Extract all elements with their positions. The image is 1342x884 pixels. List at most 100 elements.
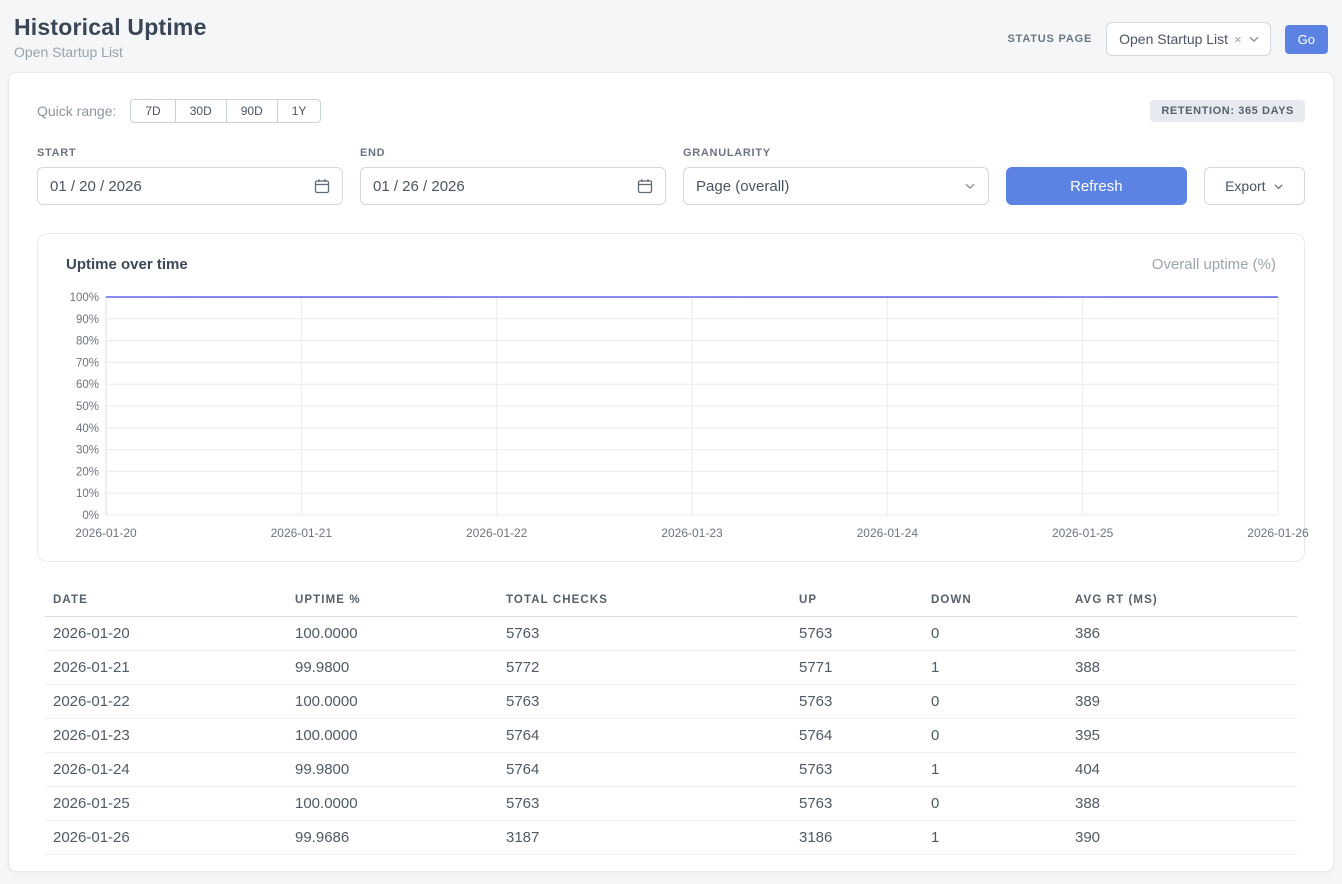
svg-text:0%: 0% xyxy=(82,510,99,522)
page-title: Historical Uptime xyxy=(14,14,207,41)
table-cell: 395 xyxy=(1067,719,1297,753)
table-cell: 2026-01-25 xyxy=(45,787,287,821)
table-cell: 5764 xyxy=(791,719,923,753)
granularity-selected-value: Page (overall) xyxy=(696,178,789,195)
page-subtitle: Open Startup List xyxy=(14,44,207,60)
table-row: 2026-01-2199.9800577257711388 xyxy=(45,651,1297,685)
svg-text:100%: 100% xyxy=(70,292,99,304)
table-cell: 100.0000 xyxy=(287,617,498,651)
svg-text:2026-01-20: 2026-01-20 xyxy=(75,526,137,540)
end-date-input[interactable]: 01 / 26 / 2026 xyxy=(360,167,666,205)
table-row: 2026-01-22100.0000576357630389 xyxy=(45,685,1297,719)
export-button-label: Export xyxy=(1225,178,1265,194)
quick-range-label: Quick range: xyxy=(37,103,116,119)
header-right: STATUS PAGE Open Startup List × Go xyxy=(1008,14,1328,56)
granularity-select[interactable]: Page (overall) xyxy=(683,167,989,205)
chevron-down-icon xyxy=(964,180,976,192)
svg-text:40%: 40% xyxy=(76,423,99,435)
table-cell: 404 xyxy=(1067,753,1297,787)
chevron-down-icon xyxy=(1248,33,1260,45)
column-header: UPTIME % xyxy=(287,586,498,617)
toolbar-row: Quick range: 7D30D90D1Y RETENTION: 365 D… xyxy=(37,99,1305,123)
end-date-label: END xyxy=(360,147,666,159)
table-cell: 1 xyxy=(923,821,1067,855)
start-date-field: START 01 / 20 / 2026 xyxy=(37,147,343,205)
table-cell: 2026-01-24 xyxy=(45,753,287,787)
refresh-button[interactable]: Refresh xyxy=(1006,167,1187,205)
export-button[interactable]: Export xyxy=(1204,167,1305,205)
svg-text:2026-01-23: 2026-01-23 xyxy=(661,526,723,540)
top-header: Historical Uptime Open Startup List STAT… xyxy=(8,8,1334,72)
table-cell: 5763 xyxy=(498,685,791,719)
table-cell: 2026-01-22 xyxy=(45,685,287,719)
table-cell: 5763 xyxy=(791,617,923,651)
table-cell: 99.9800 xyxy=(287,753,498,787)
svg-text:30%: 30% xyxy=(76,445,99,457)
svg-text:10%: 10% xyxy=(76,489,99,501)
form-row: START 01 / 20 / 2026 END 01 / 26 / 2026 … xyxy=(37,147,1305,205)
table-cell: 0 xyxy=(923,617,1067,651)
table-row: 2026-01-2499.9800576457631404 xyxy=(45,753,1297,787)
column-header: DATE xyxy=(45,586,287,617)
table-cell: 2026-01-26 xyxy=(45,821,287,855)
svg-text:2026-01-22: 2026-01-22 xyxy=(466,526,528,540)
quick-range-90d-button[interactable]: 90D xyxy=(226,99,278,123)
retention-badge: RETENTION: 365 DAYS xyxy=(1150,100,1305,122)
table-cell: 5763 xyxy=(498,617,791,651)
column-header: UP xyxy=(791,586,923,617)
status-page-select[interactable]: Open Startup List × xyxy=(1106,22,1271,56)
quick-range-30d-button[interactable]: 30D xyxy=(175,99,227,123)
svg-text:90%: 90% xyxy=(76,314,99,326)
table-cell: 3187 xyxy=(498,821,791,855)
table-cell: 100.0000 xyxy=(287,787,498,821)
table-cell: 5772 xyxy=(498,651,791,685)
uptime-table-head-row: DATEUPTIME %TOTAL CHECKSUPDOWNAVG RT (MS… xyxy=(45,586,1297,617)
start-date-value: 01 / 20 / 2026 xyxy=(50,178,142,195)
quick-range-wrap: Quick range: 7D30D90D1Y xyxy=(37,99,321,123)
table-cell: 100.0000 xyxy=(287,685,498,719)
svg-text:2026-01-25: 2026-01-25 xyxy=(1052,526,1114,540)
end-date-field: END 01 / 26 / 2026 xyxy=(360,147,666,205)
column-header: DOWN xyxy=(923,586,1067,617)
uptime-table: DATEUPTIME %TOTAL CHECKSUPDOWNAVG RT (MS… xyxy=(45,586,1297,855)
title-block: Historical Uptime Open Startup List xyxy=(14,14,207,60)
table-cell: 100.0000 xyxy=(287,719,498,753)
status-page-selected-value: Open Startup List xyxy=(1119,31,1228,47)
granularity-field: GRANULARITY Page (overall) xyxy=(683,147,989,205)
table-row: 2026-01-23100.0000576457640395 xyxy=(45,719,1297,753)
table-cell: 386 xyxy=(1067,617,1297,651)
go-button[interactable]: Go xyxy=(1285,25,1328,54)
calendar-icon[interactable] xyxy=(637,178,653,194)
table-cell: 390 xyxy=(1067,821,1297,855)
chart-header: Uptime over time Overall uptime (%) xyxy=(66,256,1276,273)
end-date-value: 01 / 26 / 2026 xyxy=(373,178,465,195)
calendar-icon[interactable] xyxy=(314,178,330,194)
table-cell: 5763 xyxy=(791,685,923,719)
svg-text:20%: 20% xyxy=(76,467,99,479)
clear-selection-icon[interactable]: × xyxy=(1234,33,1242,46)
chart-legend: Overall uptime (%) xyxy=(1152,256,1276,273)
quick-range-7d-button[interactable]: 7D xyxy=(130,99,175,123)
svg-text:60%: 60% xyxy=(76,380,99,392)
quick-range-1y-button[interactable]: 1Y xyxy=(277,99,322,123)
table-cell: 388 xyxy=(1067,651,1297,685)
table-cell: 5771 xyxy=(791,651,923,685)
start-date-input[interactable]: 01 / 20 / 2026 xyxy=(37,167,343,205)
table-cell: 99.9686 xyxy=(287,821,498,855)
table-cell: 3186 xyxy=(791,821,923,855)
svg-text:2026-01-26: 2026-01-26 xyxy=(1247,526,1309,540)
granularity-label: GRANULARITY xyxy=(683,147,989,159)
table-cell: 5763 xyxy=(791,753,923,787)
table-cell: 2026-01-21 xyxy=(45,651,287,685)
table-cell: 0 xyxy=(923,787,1067,821)
table-cell: 1 xyxy=(923,651,1067,685)
table-cell: 5764 xyxy=(498,753,791,787)
table-row: 2026-01-2699.9686318731861390 xyxy=(45,821,1297,855)
svg-text:50%: 50% xyxy=(76,401,99,413)
table-cell: 99.9800 xyxy=(287,651,498,685)
table-row: 2026-01-25100.0000576357630388 xyxy=(45,787,1297,821)
table-cell: 389 xyxy=(1067,685,1297,719)
svg-text:80%: 80% xyxy=(76,336,99,348)
uptime-chart: 0%10%20%30%40%50%60%70%80%90%100%2026-01… xyxy=(66,289,1282,543)
table-cell: 5763 xyxy=(498,787,791,821)
